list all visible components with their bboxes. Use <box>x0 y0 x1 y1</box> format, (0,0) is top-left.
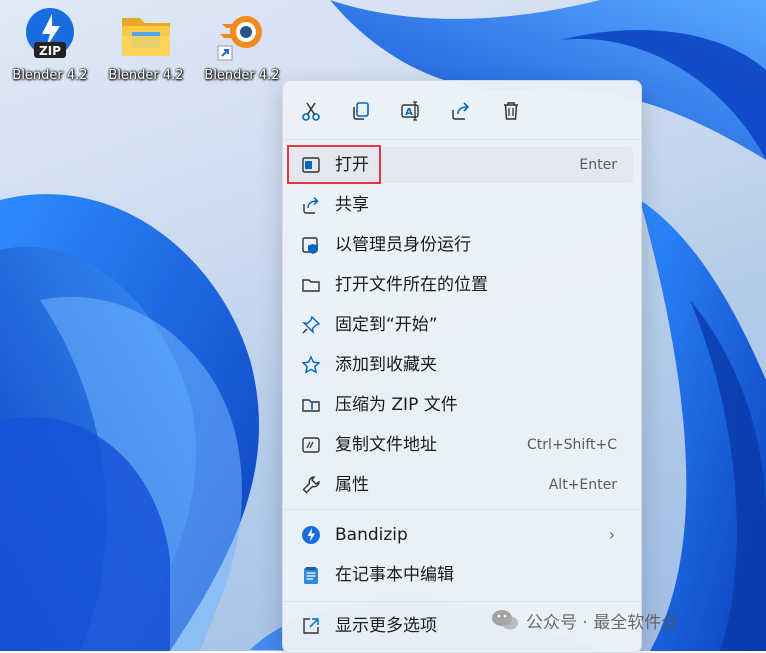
shortcut-text: Ctrl+Shift+C <box>527 437 617 453</box>
menu-item-label: 以管理员身份运行 <box>335 235 471 255</box>
desktop-icon-zip[interactable]: ZIP Blender 4.2 <box>2 6 98 88</box>
rename-button[interactable]: A <box>397 97 425 125</box>
menu-item-label: 属性 <box>335 475 369 495</box>
copy-icon <box>353 102 369 120</box>
blender-shortcut-icon <box>214 6 270 62</box>
menu-item-label: 在记事本中编辑 <box>335 565 454 585</box>
admin-shield-icon <box>301 235 321 255</box>
desktop-icon-folder[interactable]: Blender 4.2 <box>98 6 194 88</box>
bandizip-icon <box>301 525 321 545</box>
menu-item-label: 添加到收藏夹 <box>335 355 437 375</box>
menu-item-edit-in-notepad[interactable]: 在记事本中编辑 <box>289 557 633 593</box>
notepad-icon <box>301 565 321 585</box>
highlight-box <box>287 145 381 184</box>
trash-icon <box>504 102 518 120</box>
shortcut-text: Enter <box>579 157 617 173</box>
menu-item-label: 固定到“开始” <box>335 315 438 335</box>
wechat-icon <box>492 610 518 630</box>
rename-icon: A <box>401 101 419 121</box>
desktop-icon-label: Blender 4.2 <box>204 68 280 83</box>
desktop-icon-label: Blender 4.2 <box>108 68 184 83</box>
copy-path-icon <box>301 435 321 455</box>
menu-item-label: 打开文件所在的位置 <box>335 275 488 295</box>
watermark-text: 公众号 · 最全软件仓 <box>526 612 679 633</box>
cut-button[interactable] <box>297 97 325 125</box>
menu-item-label: 复制文件地址 <box>335 435 437 455</box>
svg-text:ZIP: ZIP <box>39 44 61 58</box>
menu-item-properties[interactable]: 属性 Alt+Enter <box>289 467 633 503</box>
wrench-icon <box>301 475 321 495</box>
menu-item-bandizip[interactable]: Bandizip › <box>289 517 633 553</box>
copy-button[interactable] <box>347 97 375 125</box>
desktop-icon-label: Blender 4.2 <box>12 68 88 83</box>
folder-icon <box>118 6 174 62</box>
scissors-icon <box>302 102 320 121</box>
share-button[interactable] <box>447 97 475 125</box>
menu-item-pin-to-start[interactable]: 固定到“开始” <box>289 307 633 343</box>
menu-item-add-to-favorites[interactable]: 添加到收藏夹 <box>289 347 633 383</box>
shortcut-text: Alt+Enter <box>548 477 617 493</box>
desktop-icon-blender[interactable]: Blender 4.2 <box>194 6 290 88</box>
zip-folder-icon <box>301 395 321 415</box>
menu-item-share[interactable]: 共享 <box>289 187 633 223</box>
menu-item-label: 共享 <box>335 195 369 215</box>
menu-item-copy-path[interactable]: 复制文件地址 Ctrl+Shift+C <box>289 427 633 463</box>
share-icon <box>301 195 321 215</box>
menu-item-compress-zip[interactable]: 压缩为 ZIP 文件 <box>289 387 633 423</box>
more-options-icon <box>301 616 321 636</box>
bandizip-zip-icon: ZIP <box>22 6 78 62</box>
chevron-right-icon: › <box>608 525 615 544</box>
share-icon <box>452 102 470 120</box>
star-icon <box>301 355 321 375</box>
folder-outline-icon <box>301 275 321 295</box>
menu-item-open-file-location[interactable]: 打开文件所在的位置 <box>289 267 633 303</box>
pin-icon <box>301 315 321 335</box>
separator <box>283 509 641 510</box>
separator <box>283 601 641 602</box>
menu-item-label: Bandizip <box>335 525 408 545</box>
svg-text:A: A <box>405 107 413 118</box>
menu-item-label: 显示更多选项 <box>335 616 437 636</box>
menu-item-label: 压缩为 ZIP 文件 <box>335 395 458 415</box>
context-menu-toolbar: A <box>283 81 641 140</box>
menu-item-run-as-admin[interactable]: 以管理员身份运行 <box>289 227 633 263</box>
delete-button[interactable] <box>497 97 525 125</box>
watermark: 公众号 · 最全软件仓 <box>490 605 678 635</box>
